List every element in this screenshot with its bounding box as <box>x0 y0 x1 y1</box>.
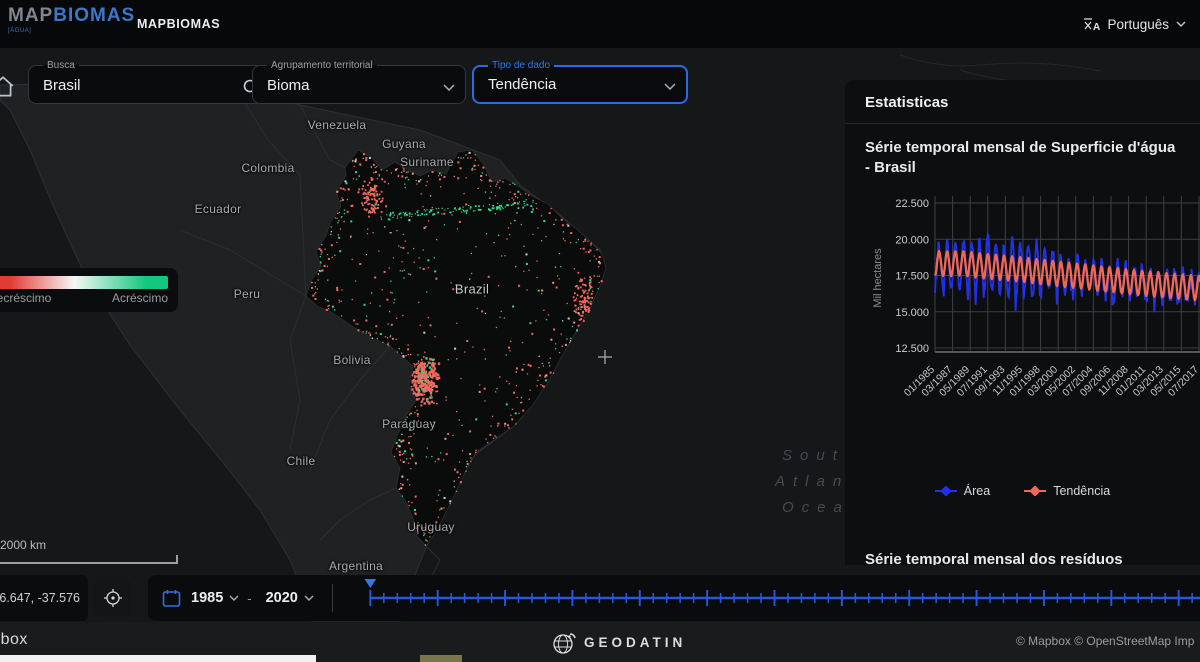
legend-item-area[interactable]: Área <box>935 484 990 498</box>
legend-area-label: Área <box>964 484 990 498</box>
svg-text:22.500: 22.500 <box>895 198 929 210</box>
nav-item-mapbiomas[interactable]: MAPBIOMAS <box>137 0 220 48</box>
svg-text:Mil hectares: Mil hectares <box>872 248 884 308</box>
territorial-grouping-value: Bioma <box>263 77 443 98</box>
legend-decrease-label: Decréscimo <box>0 291 51 305</box>
country-label-argentina: Argentina <box>329 559 383 573</box>
chevron-down-icon <box>443 84 455 91</box>
country-label-venezuela: Venezuela <box>308 118 367 132</box>
data-type-select[interactable]: Tipo de dado Tendência <box>472 60 688 104</box>
territorial-grouping-label: Agrupamento territorial <box>267 60 377 71</box>
timeline-divider <box>332 584 333 612</box>
scale-bar <box>0 555 178 564</box>
territorial-grouping-select[interactable]: Agrupamento territorial Bioma <box>252 60 466 104</box>
end-year-dropdown[interactable]: 2020 <box>266 590 314 606</box>
geodatin-globe-icon <box>552 629 576 655</box>
trend-series-marker-icon <box>1024 486 1046 496</box>
data-type-label: Tipo de dado <box>488 60 554 71</box>
svg-text:A: A <box>1093 22 1100 32</box>
scale-label: 2000 km <box>0 538 46 552</box>
map-scale: 2000 km <box>0 538 178 564</box>
search-input[interactable] <box>39 77 242 98</box>
bottom-strip-fragment <box>420 655 462 662</box>
svg-text:17.500: 17.500 <box>895 271 929 283</box>
translate-icon: A <box>1083 17 1100 32</box>
country-label-brazil: Brazil <box>455 282 489 297</box>
map-attribution[interactable]: © Mapbox © OpenStreetMap Imp <box>1016 634 1194 648</box>
country-label-chile: Chile <box>287 454 316 468</box>
country-label-colombia: Colombia <box>241 161 294 175</box>
chart2-title: Série temporal mensal dos resíduos <box>845 550 1200 565</box>
country-label-uruguay: Uruguay <box>407 520 454 534</box>
logo-agua-subtitle: [ÁGUA] <box>8 28 135 34</box>
cursor-coordinates: 16.647, -37.576 <box>0 575 88 621</box>
data-type-value: Tendência <box>484 76 664 97</box>
end-year-value: 2020 <box>266 590 298 606</box>
legend-increase-label: Acréscimo <box>112 291 168 305</box>
svg-text:20.000: 20.000 <box>895 234 929 246</box>
crosshair-icon <box>103 588 123 608</box>
trend-gradient-bar <box>0 276 168 289</box>
svg-text:12.500: 12.500 <box>895 343 929 355</box>
timeline-slider[interactable] <box>343 575 1200 621</box>
home-button[interactable] <box>0 74 16 105</box>
mapbiomas-agua-logo[interactable]: MAPBIOMAS [ÁGUA] <box>8 6 135 34</box>
search-control: Busca <box>28 60 272 104</box>
legend-tendencia-label: Tendência <box>1053 484 1110 498</box>
svg-text:15.000: 15.000 <box>895 307 929 319</box>
water-surface-chart: 22.500 20.000 17.500 15.000 12.500 Mil hectar… <box>845 190 1200 480</box>
country-label-suriname: Suriname <box>400 155 454 169</box>
trend-color-legend: Decréscimo Acréscimo <box>0 268 178 312</box>
logo-biomas-text: BIOMAS <box>53 5 135 26</box>
mapbiomas-app: Venezuela Guyana Suriname Colombia Ecuador Pe… <box>0 0 1200 662</box>
top-navigation-bar: MAPBIOMAS [ÁGUA] MAPBIOMAS A Português <box>0 0 1200 48</box>
calendar-icon <box>162 589 181 608</box>
country-label-paraguay: Paraguay <box>382 417 436 431</box>
year-range-separator: - <box>247 591 251 606</box>
chevron-down-icon <box>304 595 314 601</box>
language-label: Português <box>1107 17 1169 32</box>
chevron-down-icon <box>664 83 676 90</box>
timeline-control: 1985 - 2020 <box>148 575 1200 621</box>
geodatin-logo[interactable]: GEODATIN <box>552 629 686 655</box>
statistics-panel: Estatisticas Série temporal mensal de Su… <box>845 80 1200 565</box>
locate-button[interactable] <box>94 579 131 617</box>
country-label-guyana: Guyana <box>382 137 426 151</box>
area-series-marker-icon <box>935 486 957 496</box>
chevron-down-icon <box>229 595 239 601</box>
chevron-down-icon <box>1176 21 1186 27</box>
country-label-bolivia: Bolivia <box>333 353 370 367</box>
home-icon <box>0 74 16 100</box>
country-label-peru: Peru <box>234 287 261 301</box>
legend-item-tendencia[interactable]: Tendência <box>1024 484 1110 498</box>
logo-map-text: MAP <box>8 5 53 26</box>
language-selector[interactable]: A Português <box>1083 0 1186 48</box>
chart1-title: Série temporal mensal de Superficie d'ág… <box>845 124 1200 177</box>
search-label: Busca <box>43 60 79 71</box>
mapbox-wordmark[interactable]: mapbox <box>0 631 28 649</box>
geodatin-label: GEODATIN <box>584 635 686 650</box>
start-year-value: 1985 <box>191 590 223 606</box>
country-label-ecuador: Ecuador <box>195 202 242 216</box>
start-year-dropdown[interactable]: 1985 <box>191 590 239 606</box>
panel-title: Estatisticas <box>845 80 1200 124</box>
bottom-scroll-strip[interactable] <box>0 655 316 662</box>
chart1-legend: Área Tendência <box>845 484 1200 498</box>
